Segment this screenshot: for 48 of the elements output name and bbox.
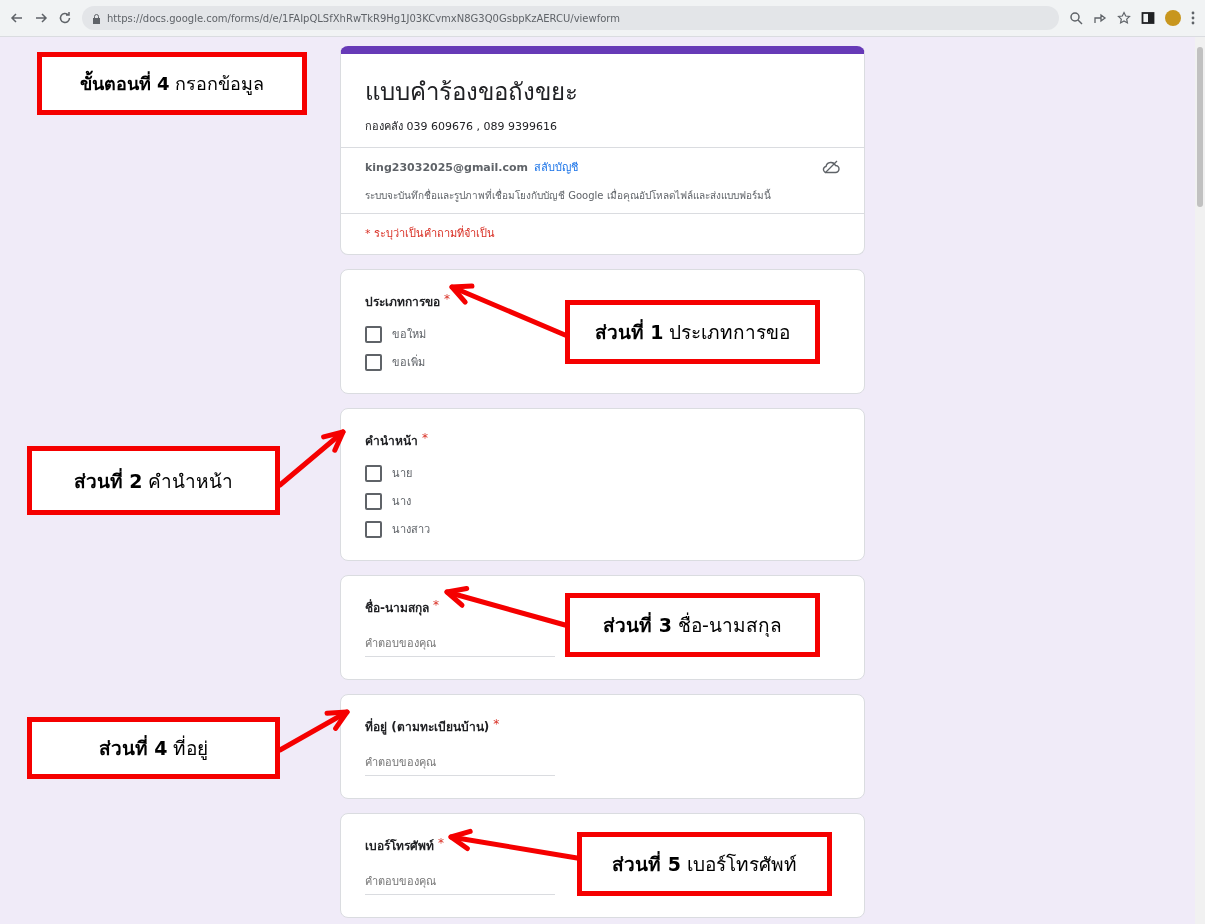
option-label: นางสาว [392, 522, 430, 538]
checkbox[interactable] [365, 325, 382, 343]
callout-box: ส่วนที่ 3 ชื่อ-นามสกุล [565, 593, 820, 657]
cloud-icon [822, 160, 840, 174]
callout-box: ส่วนที่ 4 ที่อยู่ [27, 717, 280, 779]
account-email: king23032025@gmail.com [365, 160, 529, 174]
option-label: ขอใหม่ [392, 327, 426, 343]
search-icon[interactable] [1069, 11, 1083, 25]
answer-field[interactable]: คำตอบของคุณ [365, 869, 555, 895]
required-mark: * [422, 431, 428, 447]
option-label: นาง [392, 494, 411, 510]
menu-icon[interactable] [1191, 11, 1195, 25]
option-label: นาย [392, 466, 412, 482]
checkbox[interactable] [365, 353, 382, 371]
switch-account-link[interactable]: สลับบัญชี [534, 158, 579, 176]
required-note: * ระบุว่าเป็นคำถามที่จำเป็น [341, 213, 864, 254]
account-notice: ระบบจะบันทึกชื่อและรูปภาพที่เชื่อมโยงกับบัญชี Google เมื่อคุณอัปโหลดไฟล์และส่งแบบฟอร์มนี้ [364, 187, 772, 204]
question-label: คำนำหน้า [365, 433, 418, 450]
answer-field[interactable]: คำตอบของคุณ [365, 631, 555, 657]
form-description: กองคลัง 039 609676 , 089 9399616 [364, 119, 558, 135]
required-mark: * [493, 717, 500, 733]
back-icon[interactable] [10, 11, 24, 25]
checkbox[interactable] [365, 520, 382, 538]
required-mark: * [444, 292, 450, 308]
star-icon[interactable] [1117, 11, 1131, 25]
side-panel-icon[interactable] [1141, 11, 1155, 25]
question-label: เบอร์โทรศัพท์ [365, 838, 434, 855]
callout-box: ส่วนที่ 1 ประเภทการขอ [565, 300, 820, 364]
reload-icon[interactable] [58, 11, 72, 25]
arrow [277, 429, 346, 488]
form-title: แบบคำร้องขอถังขยะ [364, 77, 579, 108]
required-mark: * [438, 836, 444, 852]
option-label: ขอเพิ่ม [392, 353, 425, 371]
lock-icon [92, 12, 101, 24]
answer-field[interactable]: คำตอบของคุณ [365, 750, 555, 776]
question-label: ประเภทการขอ [365, 294, 440, 311]
callout-box: ขั้นตอนที่ 4 กรอกข้อมูล [37, 52, 307, 115]
checkbox[interactable] [365, 492, 382, 510]
callout-box: ส่วนที่ 5 เบอร์โทรศัพท์ [577, 832, 832, 896]
forward-icon[interactable] [34, 11, 48, 25]
callout-box: ส่วนที่ 2 คำนำหน้า [27, 446, 280, 515]
question-label: ชื่อ-นามสกุล [365, 598, 429, 617]
share-icon[interactable] [1093, 11, 1107, 25]
question-label: ที่อยู่ (ตามทะเบียนบ้าน) [365, 717, 490, 736]
checkbox[interactable] [365, 464, 382, 482]
required-mark: * [433, 598, 439, 614]
address-bar[interactable]: https://docs.google.com/forms/d/e/1FAIpQLSfXhRwTkR9Hg1J03KCvmxN8G3Q0GsbpKzAERCU/viewform [82, 6, 1059, 30]
url-text: https://docs.google.com/forms/d/e/1FAIpQLSfXhRwTkR9Hg1J03KCvmxN8G3Q0GsbpKzAERCU/viewform [107, 12, 620, 24]
